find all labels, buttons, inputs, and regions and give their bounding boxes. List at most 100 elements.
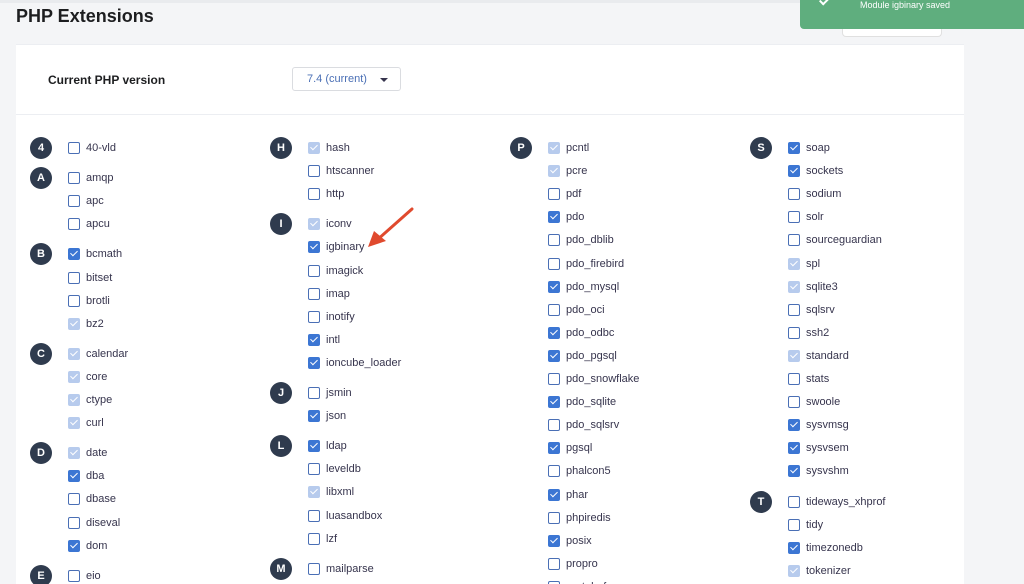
extension-standard[interactable]: standard [788, 348, 849, 364]
extension-pdo_dblib[interactable]: pdo_dblib [548, 232, 614, 248]
extension-timezonedb[interactable]: timezonedb [788, 540, 863, 556]
extension-tidy[interactable]: tidy [788, 517, 823, 533]
extension-checkbox[interactable] [548, 534, 560, 547]
extension-checkbox[interactable] [68, 248, 80, 261]
extension-ctype[interactable]: ctype [68, 392, 112, 408]
extension-amqp[interactable]: amqp [68, 170, 114, 186]
extension-checkbox[interactable] [788, 142, 800, 154]
extension-phpiredis[interactable]: phpiredis [548, 510, 611, 526]
extension-checkbox[interactable] [548, 326, 560, 339]
extension-checkbox[interactable] [788, 442, 800, 455]
extension-ioncube_loader[interactable]: ioncube_loader [308, 355, 401, 371]
extension-checkbox[interactable] [308, 440, 320, 453]
extension-checkbox[interactable] [68, 218, 80, 231]
extension-checkbox[interactable] [548, 349, 560, 362]
extension-phar[interactable]: phar [548, 487, 588, 503]
extension-diseval[interactable]: diseval [68, 515, 120, 531]
extension-sysvmsg[interactable]: sysvmsg [788, 417, 849, 433]
extension-checkbox[interactable] [308, 562, 320, 575]
extension-pdo[interactable]: pdo [548, 209, 584, 225]
extension-pdo_pgsql[interactable]: pdo_pgsql [548, 348, 617, 364]
extension-checkbox[interactable] [68, 195, 80, 208]
extension-date[interactable]: date [68, 445, 107, 461]
extension-tokenizer[interactable]: tokenizer [788, 563, 851, 579]
extension-checkbox[interactable] [308, 532, 320, 545]
extension-pcre[interactable]: pcre [548, 163, 587, 179]
extension-checkbox[interactable] [788, 495, 800, 508]
extension-inotify[interactable]: inotify [308, 309, 355, 325]
extension-checkbox[interactable] [308, 463, 320, 476]
extension-checkbox[interactable] [68, 516, 80, 529]
extension-checkbox[interactable] [548, 557, 560, 570]
extension-protobuf[interactable]: protobuf [548, 579, 606, 584]
extension-solr[interactable]: solr [788, 209, 824, 225]
extension-sysvshm[interactable]: sysvshm [788, 463, 849, 479]
extension-pdo_snowflake[interactable]: pdo_snowflake [548, 371, 639, 387]
extension-dom[interactable]: dom [68, 538, 107, 554]
extension-swoole[interactable]: swoole [788, 394, 840, 410]
extension-igbinary[interactable]: igbinary [308, 239, 365, 255]
extension-pdf[interactable]: pdf [548, 186, 581, 202]
extension-json[interactable]: json [308, 408, 346, 424]
extension-dbase[interactable]: dbase [68, 491, 116, 507]
extension-checkbox[interactable] [548, 234, 560, 247]
extension-checkbox[interactable] [548, 442, 560, 455]
extension-lzf[interactable]: lzf [308, 531, 337, 547]
extension-sqlite3[interactable]: sqlite3 [788, 279, 838, 295]
extension-checkbox[interactable] [308, 287, 320, 300]
extension-checkbox[interactable] [308, 509, 320, 522]
extension-checkbox[interactable] [68, 569, 80, 582]
extension-checkbox[interactable] [308, 333, 320, 346]
extension-pgsql[interactable]: pgsql [548, 440, 592, 456]
extension-jsmin[interactable]: jsmin [308, 385, 352, 401]
extension-pdo_sqlite[interactable]: pdo_sqlite [548, 394, 616, 410]
extension-checkbox[interactable] [68, 172, 80, 185]
extension-curl[interactable]: curl [68, 415, 104, 431]
extension-checkbox[interactable] [548, 396, 560, 409]
extension-checkbox[interactable] [548, 280, 560, 293]
extension-checkbox[interactable] [788, 396, 800, 409]
extension-checkbox[interactable] [68, 539, 80, 552]
extension-bz2[interactable]: bz2 [68, 316, 104, 332]
extension-40-vld[interactable]: 40-vld [68, 140, 116, 156]
extension-imagick[interactable]: imagick [308, 263, 363, 279]
extension-sqlsrv[interactable]: sqlsrv [788, 302, 835, 318]
extension-posix[interactable]: posix [548, 533, 592, 549]
extension-checkbox[interactable] [788, 165, 800, 178]
extension-checkbox[interactable] [548, 465, 560, 478]
extension-checkbox[interactable] [788, 419, 800, 432]
extension-leveldb[interactable]: leveldb [308, 461, 361, 477]
extension-checkbox[interactable] [68, 294, 80, 307]
extension-checkbox[interactable] [788, 326, 800, 339]
extension-luasandbox[interactable]: luasandbox [308, 508, 382, 524]
extension-checkbox[interactable] [788, 303, 800, 316]
extension-checkbox[interactable] [68, 493, 80, 506]
extension-checkbox[interactable] [548, 373, 560, 385]
extension-pcntl[interactable]: pcntl [548, 140, 589, 156]
extension-pdo_sqlsrv[interactable]: pdo_sqlsrv [548, 417, 619, 433]
extension-htscanner[interactable]: htscanner [308, 163, 374, 179]
extension-checkbox[interactable] [788, 541, 800, 554]
extension-imap[interactable]: imap [308, 286, 350, 302]
extension-dba[interactable]: dba [68, 468, 104, 484]
extension-intl[interactable]: intl [308, 332, 340, 348]
extension-tideways_xhprof[interactable]: tideways_xhprof [788, 494, 886, 510]
extension-sysvsem[interactable]: sysvsem [788, 440, 849, 456]
extension-checkbox[interactable] [548, 488, 560, 501]
extension-checkbox[interactable] [308, 356, 320, 369]
extension-mailparse[interactable]: mailparse [308, 561, 374, 577]
extension-apc[interactable]: apc [68, 193, 104, 209]
extension-apcu[interactable]: apcu [68, 216, 110, 232]
extension-checkbox[interactable] [788, 518, 800, 531]
extension-checkbox[interactable] [308, 188, 320, 201]
extension-checkbox[interactable] [788, 234, 800, 247]
extension-ssh2[interactable]: ssh2 [788, 325, 829, 341]
extension-sourceguardian[interactable]: sourceguardian [788, 232, 882, 248]
extension-checkbox[interactable] [788, 211, 800, 224]
extension-checkbox[interactable] [68, 470, 80, 483]
extension-ldap[interactable]: ldap [308, 438, 347, 454]
extension-checkbox[interactable] [548, 257, 560, 270]
extension-pdo_oci[interactable]: pdo_oci [548, 302, 605, 318]
extension-checkbox[interactable] [308, 165, 320, 178]
extension-eio[interactable]: eio [68, 568, 101, 584]
